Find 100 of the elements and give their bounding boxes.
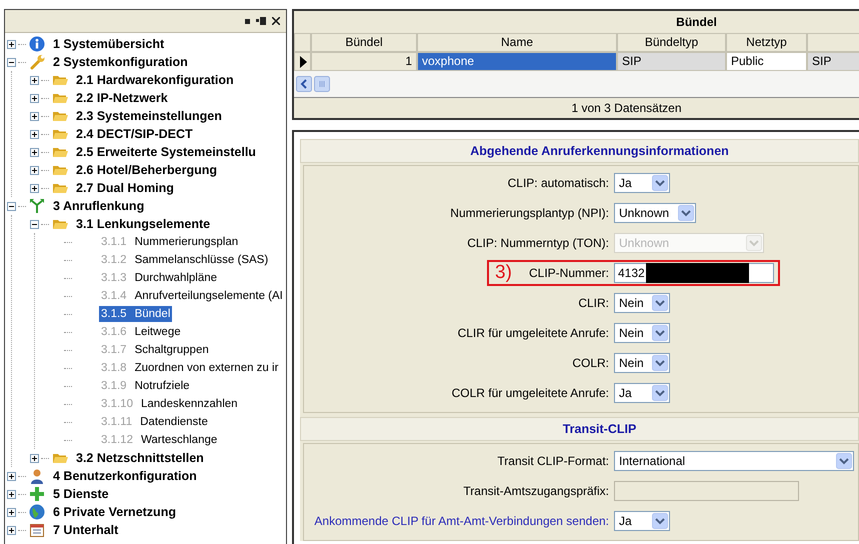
expand-icon[interactable] (7, 472, 16, 480)
dropdown[interactable]: Nein (614, 323, 670, 343)
dropdown[interactable]: Nein (614, 353, 670, 373)
tree-item[interactable]: 5 Dienste (51, 486, 111, 502)
expand-icon[interactable] (30, 148, 39, 156)
table-cell[interactable]: 1 (311, 52, 417, 71)
field-label: CLIR: (578, 296, 609, 310)
column-header[interactable]: Netztyp (726, 33, 807, 52)
chevron-down-icon (836, 453, 852, 469)
field-label: Transit CLIP-Format: (497, 454, 609, 468)
field-label: Ankommende CLIP für Amt-Amt-Verbindungen senden: (314, 514, 609, 528)
expand-icon[interactable] (7, 490, 16, 498)
tree-item[interactable]: 4 Benutzerkonfiguration (51, 468, 199, 484)
tree-item[interactable]: 2 Systemkonfiguration (51, 54, 190, 70)
column-header[interactable]: Name (417, 33, 617, 52)
expand-icon[interactable] (7, 526, 16, 534)
tree-item[interactable]: 3.1.1 Nummerierungsplan (99, 234, 240, 250)
expand-icon[interactable] (30, 76, 39, 84)
horizontal-scrollbar[interactable] (294, 71, 859, 97)
section-header: Transit-CLIP (300, 417, 859, 441)
section-header: Abgehende Anruferkennungsinformationen (300, 139, 859, 163)
tree-item[interactable]: 3.1.11 Datendienste (99, 414, 210, 430)
field-label: CLIP: automatisch: (508, 176, 609, 190)
field-label: COLR: (572, 356, 609, 370)
dropdown[interactable]: Ja (614, 383, 670, 403)
field-label: CLIP-Nummer: (528, 266, 609, 280)
tree-item[interactable]: 3.1.4 Anrufverteilungselemente (AI (99, 288, 285, 304)
expand-icon[interactable] (7, 508, 16, 516)
column-header[interactable]: Bündeltyp (617, 33, 726, 52)
field-label: CLIP: Nummerntyp (TON): (467, 236, 609, 250)
expand-icon[interactable] (7, 40, 16, 48)
grid-title: Bündel (675, 14, 718, 31)
tree-item[interactable]: 3.1 Lenkungselemente (74, 216, 212, 232)
expand-icon[interactable] (30, 130, 39, 138)
scroll-thumb-icon[interactable] (314, 76, 330, 92)
calendar-icon (29, 522, 45, 538)
chevron-down-icon (652, 325, 668, 341)
pin-icon[interactable] (256, 17, 266, 25)
tree-item[interactable]: 3.1.12 Warteschlange (99, 432, 220, 448)
dropdown[interactable]: International (614, 451, 854, 471)
annotation-number: 3) (495, 262, 512, 284)
table-cell[interactable]: Public (726, 52, 807, 71)
tree-item[interactable]: 2.3 Systemeinstellungen (74, 108, 224, 124)
tree-item[interactable]: 3.1.9 Notrufziele (99, 378, 192, 394)
field-label: COLR für umgeleitete Anrufe: (452, 386, 609, 400)
expand-icon[interactable] (30, 94, 39, 102)
collapse-icon[interactable] (7, 58, 16, 66)
wrench-icon (29, 54, 45, 70)
chevron-down-icon (652, 355, 668, 371)
tree-item[interactable]: 2.4 DECT/SIP-DECT (74, 126, 195, 142)
collapse-icon[interactable] (7, 202, 16, 210)
tree-item[interactable]: 3.1.3 Durchwahlpläne (99, 270, 220, 286)
dropdown[interactable]: Ja (614, 511, 670, 531)
record-count: 1 von 3 Datensätzen (294, 97, 859, 118)
tree-item[interactable]: 3.1.6 Leitwege (99, 324, 183, 340)
user-icon (29, 468, 45, 484)
table-cell[interactable]: SIP (807, 52, 859, 71)
current-row-icon (298, 56, 306, 68)
column-header[interactable]: Bündel (311, 33, 417, 52)
expand-icon[interactable] (30, 166, 39, 174)
row-indicator[interactable] (294, 52, 311, 71)
chevron-down-icon (746, 235, 762, 251)
tree-item[interactable]: 2.6 Hotel/Beherbergung (74, 162, 219, 178)
expand-icon[interactable] (30, 112, 39, 120)
field-label: Transit-Amtszugangspräfix: (463, 484, 609, 498)
tree-item[interactable]: 2.7 Dual Homing (74, 180, 176, 196)
tree-item[interactable]: 2.2 IP-Netzwerk (74, 90, 170, 106)
tree-item[interactable]: 3.1.7 Schaltgruppen (99, 342, 211, 358)
chevron-down-icon (652, 385, 668, 401)
tree-item[interactable]: 3.1.8 Zuordnen von externen zu ir (99, 360, 280, 376)
field-label: Nummerierungsplantyp (NPI): (450, 206, 609, 220)
field-label: CLIR für umgeleitete Anrufe: (458, 326, 609, 340)
tree-item[interactable]: 6 Private Vernetzung (51, 504, 178, 520)
tree-item[interactable]: 7 Unterhalt (51, 522, 120, 538)
collapse-icon[interactable] (30, 220, 39, 228)
chevron-down-icon (652, 295, 668, 311)
dropdown[interactable]: Ja (614, 173, 670, 193)
info-icon (29, 36, 45, 52)
plus-icon (29, 486, 45, 502)
tree-item[interactable]: 3.2 Netzschnittstellen (74, 450, 206, 466)
chevron-down-icon (652, 175, 668, 191)
table-cell[interactable]: SIP (617, 52, 726, 71)
tree-item[interactable]: 3.1.10 Landeskennzahlen (99, 396, 240, 412)
tree-item[interactable]: 3 Anruflenkung (51, 198, 146, 214)
chevron-down-icon (678, 205, 694, 221)
tree-item[interactable]: 2.5 Erweiterte Systemeinstellu (74, 144, 258, 160)
table-cell[interactable]: voxphone (417, 52, 617, 71)
globe-icon (29, 504, 45, 520)
tree-item[interactable]: 2.1 Hardwarekonfiguration (74, 72, 236, 88)
dropdown[interactable]: Nein (614, 293, 670, 313)
tree-item[interactable]: 1 Systemübersicht (51, 36, 166, 52)
input-field[interactable]: 4132 (614, 263, 774, 283)
tree-item[interactable]: 3.1.5 Bündel (99, 306, 172, 322)
tree-item[interactable]: 3.1.2 Sammelanschlüsse (SAS) (99, 252, 270, 268)
expand-icon[interactable] (30, 454, 39, 462)
close-icon[interactable] (272, 17, 280, 25)
chevron-down-icon (652, 513, 668, 529)
dropdown[interactable]: Unknown (614, 203, 696, 223)
expand-icon[interactable] (30, 184, 39, 192)
scroll-left-icon[interactable] (296, 76, 312, 92)
